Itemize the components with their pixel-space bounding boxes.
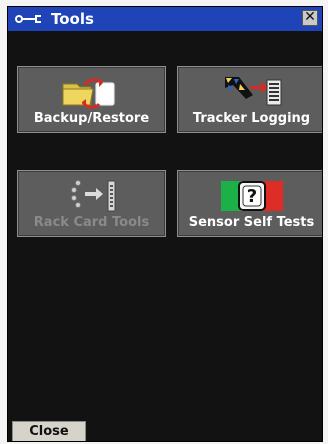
rack-card-tools-button: Rack Card Tools xyxy=(17,170,166,237)
tracker-logging-icon xyxy=(224,77,281,106)
close-button[interactable]: Close xyxy=(12,421,86,441)
sensor-self-tests-label: Sensor Self Tests xyxy=(188,215,315,230)
sensor-self-tests-icon: ? xyxy=(220,181,283,211)
window-title: Tools xyxy=(51,10,94,28)
tools-icon xyxy=(15,15,41,23)
svg-text:?: ? xyxy=(246,186,256,207)
rack-card-tools-label: Rack Card Tools xyxy=(33,215,150,230)
backup-restore-button[interactable]: Backup/Restore xyxy=(17,66,166,133)
tracker-logging-button[interactable]: Tracker Logging xyxy=(177,66,322,133)
backup-restore-label: Backup/Restore xyxy=(33,111,150,126)
rack-card-tools-icon xyxy=(70,180,115,212)
title-close-button[interactable]: ✕ xyxy=(302,10,318,26)
close-icon: ✕ xyxy=(304,9,316,25)
tools-window: Tools ✕ Backup/Restore Tracker Logging R… xyxy=(8,7,322,441)
title-bar: Tools ✕ xyxy=(8,7,322,31)
tracker-logging-label: Tracker Logging xyxy=(192,111,311,126)
tools-grid: Backup/Restore Tracker Logging Rack Card… xyxy=(8,31,322,441)
backup-restore-icon xyxy=(62,78,115,109)
sensor-self-tests-button[interactable]: ? Sensor Self Tests xyxy=(177,170,322,237)
